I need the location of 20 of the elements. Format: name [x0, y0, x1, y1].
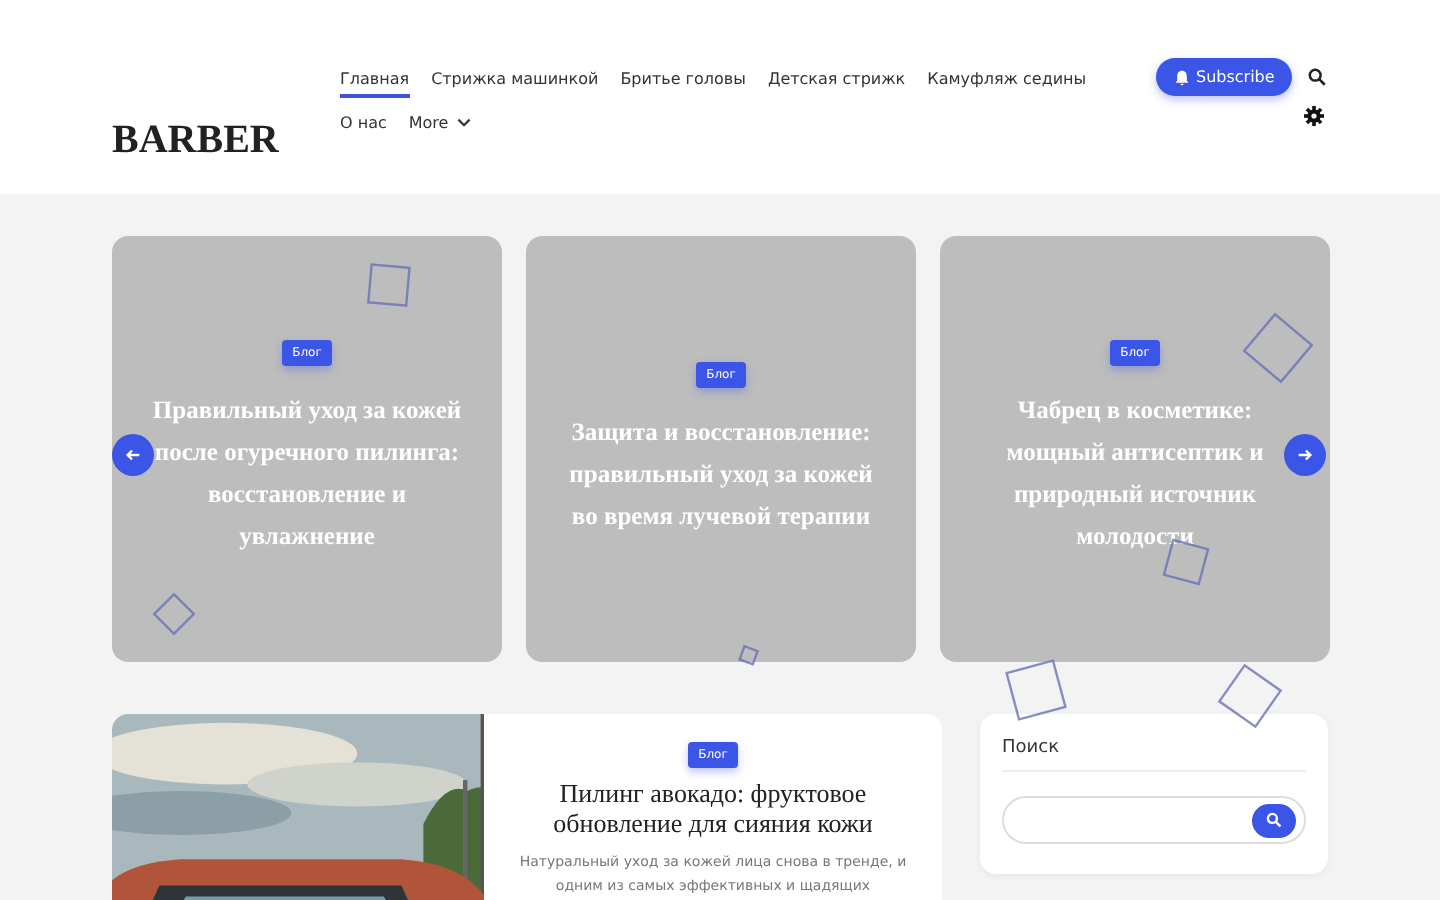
nav-link[interactable]: Стрижка машинкой — [431, 58, 599, 98]
search-button[interactable] — [1252, 803, 1296, 837]
arrow-left-icon — [124, 446, 142, 464]
subscribe-button[interactable]: Subscribe — [1156, 58, 1293, 96]
nav-link[interactable]: Бритье головы — [620, 58, 746, 98]
chevron-down-icon — [456, 114, 473, 130]
nav-link[interactable]: More — [408, 102, 473, 142]
search-icon — [1266, 812, 1282, 828]
nav-link[interactable]: О нас — [340, 102, 387, 142]
search-field[interactable] — [1002, 796, 1306, 844]
site-logo[interactable]: BARBER — [112, 118, 340, 194]
bell-icon — [1174, 69, 1190, 85]
arrow-right-icon — [1296, 446, 1314, 464]
nav-link[interactable]: Главная — [340, 58, 410, 98]
widget-title: Поиск — [1002, 738, 1306, 772]
search-icon[interactable] — [1308, 68, 1327, 86]
nav-link[interactable]: Детская стрижк — [767, 58, 906, 98]
settings-icon[interactable] — [1304, 106, 1325, 126]
nav-link[interactable]: Камуфляж седины — [927, 58, 1087, 98]
post-title[interactable]: Пилинг авокадо: фруктовое обновление для сияния кожи — [508, 778, 918, 838]
